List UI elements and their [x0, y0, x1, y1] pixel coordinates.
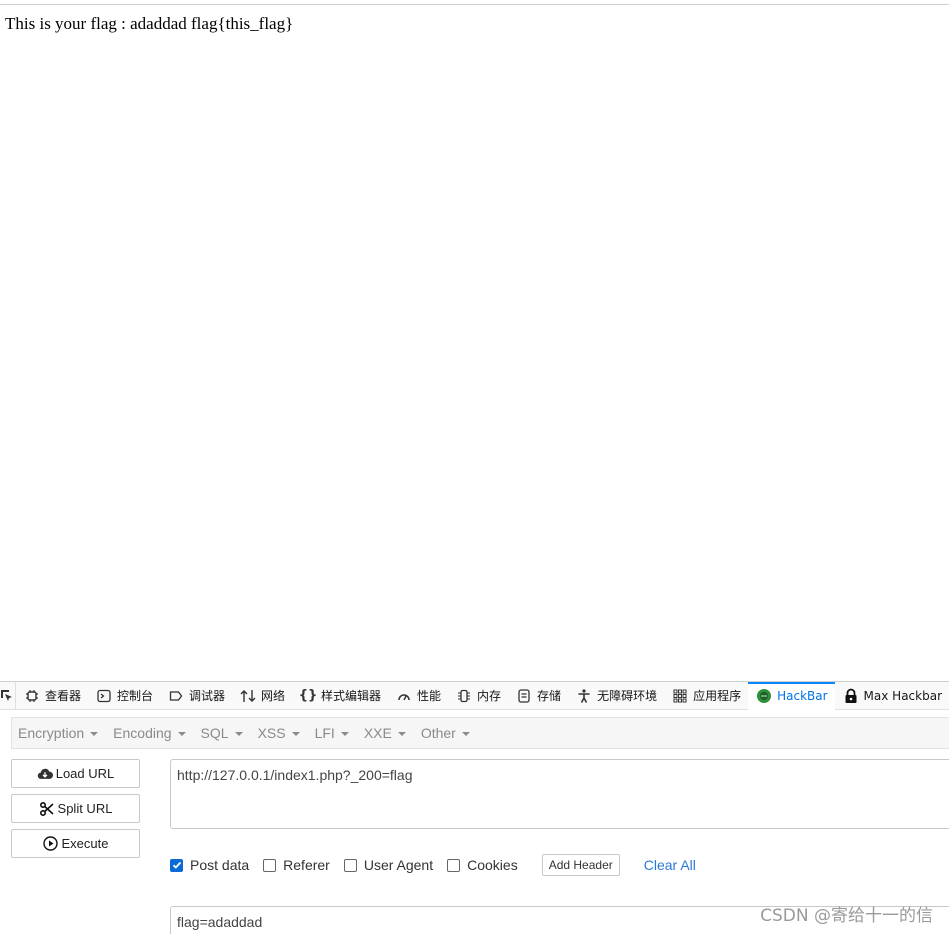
menu-label: XXE — [363, 725, 392, 741]
cookies-checkbox[interactable] — [447, 858, 461, 872]
tab-label: 应用程序 — [693, 689, 742, 703]
load-url-button[interactable]: Load URL — [11, 759, 140, 788]
tab-console[interactable]: 控制台 — [88, 682, 160, 710]
hackbar-menu: Encryption Encoding SQL XSS LFI XXE Othe… — [11, 717, 949, 749]
scissors-icon — [39, 801, 55, 817]
tab-hackbar[interactable]: HackBar — [748, 682, 835, 710]
menu-xxe[interactable]: XXE — [358, 725, 415, 741]
element-picker-icon[interactable] — [0, 682, 16, 710]
caret-down-icon — [461, 731, 470, 736]
split-url-button[interactable]: Split URL — [11, 794, 140, 823]
console-icon — [96, 688, 112, 704]
hackbar-icon — [756, 688, 772, 704]
tab-memory[interactable]: 内存 — [448, 682, 508, 710]
memory-icon — [456, 688, 472, 704]
post-data-checkbox[interactable] — [170, 858, 183, 872]
tab-label: 控制台 — [116, 689, 153, 703]
menu-sql[interactable]: SQL — [195, 725, 252, 741]
performance-icon — [396, 688, 412, 704]
clear-all-link[interactable]: Clear All — [644, 857, 696, 873]
inspector-icon — [24, 688, 40, 704]
tab-label: Max Hackbar — [863, 688, 942, 703]
execute-label: Execute — [61, 836, 109, 851]
accessibility-icon — [576, 688, 592, 704]
request-options: Post data Referer User Agent Cookies Add… — [170, 853, 696, 877]
caret-down-icon — [177, 731, 186, 736]
page-body-text: This is your flag : adaddad flag{this_fl… — [5, 14, 294, 33]
menu-label: Other — [420, 725, 456, 741]
tab-label: 样式编辑器 — [321, 689, 382, 703]
tab-label: HackBar — [777, 688, 828, 703]
tab-storage[interactable]: 存储 — [508, 682, 568, 710]
tab-application[interactable]: 应用程序 — [664, 682, 748, 710]
tab-label: 内存 — [477, 689, 502, 703]
menu-encryption[interactable]: Encryption — [12, 725, 107, 741]
tab-network[interactable]: 网络 — [232, 682, 292, 710]
menu-label: SQL — [200, 725, 229, 741]
tab-max-hackbar[interactable]: Max Hackbar — [835, 682, 949, 710]
user-agent-checkbox[interactable] — [343, 858, 357, 872]
menu-label: LFI — [314, 725, 335, 741]
devtools-toolbar: 查看器 控制台 调试器 网络 {} 样式编辑器 性能 内存 存储 无障碍环境 应… — [0, 682, 949, 710]
debugger-icon — [168, 688, 184, 704]
cloud-download-icon — [37, 766, 53, 782]
menu-label: Encoding — [113, 725, 172, 741]
storage-icon — [516, 688, 532, 704]
caret-down-icon — [397, 731, 406, 736]
menu-label: XSS — [257, 725, 286, 741]
tab-label: 无障碍环境 — [597, 689, 658, 703]
lock-icon — [843, 688, 859, 704]
add-header-button[interactable]: Add Header — [541, 854, 620, 876]
tab-style-editor[interactable]: {} 样式编辑器 — [292, 682, 388, 710]
user-agent-option[interactable]: User Agent — [343, 857, 434, 873]
post-data-option[interactable]: Post data — [170, 857, 249, 873]
post-data-label: Post data — [190, 857, 250, 873]
top-divider — [0, 4, 949, 5]
user-agent-label: User Agent — [363, 857, 434, 873]
menu-other[interactable]: Other — [415, 725, 479, 741]
tab-label: 调试器 — [188, 689, 225, 703]
referer-checkbox[interactable] — [263, 858, 277, 872]
caret-down-icon — [234, 731, 243, 736]
tab-label: 网络 — [260, 689, 285, 703]
application-icon — [672, 688, 688, 704]
devtools-panel: 查看器 控制台 调试器 网络 {} 样式编辑器 性能 内存 存储 无障碍环境 应… — [0, 681, 949, 934]
play-circle-icon — [43, 836, 59, 852]
style-editor-icon: {} — [298, 688, 318, 703]
cookies-option[interactable]: Cookies — [447, 857, 518, 873]
tab-accessibility[interactable]: 无障碍环境 — [568, 682, 664, 710]
url-textarea[interactable]: http://127.0.0.1/index1.php?_200=flag — [170, 759, 949, 829]
tab-debugger[interactable]: 调试器 — [160, 682, 232, 710]
tab-inspector[interactable]: 查看器 — [16, 682, 88, 710]
cookies-label: Cookies — [467, 857, 518, 873]
menu-label: Encryption — [18, 725, 85, 741]
post-data-value: flag=adaddad — [177, 914, 263, 930]
referer-option[interactable]: Referer — [263, 857, 330, 873]
caret-down-icon — [291, 731, 300, 736]
tab-label: 存储 — [537, 689, 562, 703]
referer-label: Referer — [283, 857, 330, 873]
tab-label: 查看器 — [44, 689, 81, 703]
load-url-label: Load URL — [55, 766, 115, 781]
csdn-watermark: CSDN @寄给十一的信 — [760, 906, 933, 926]
menu-encoding[interactable]: Encoding — [107, 725, 194, 741]
menu-xss[interactable]: XSS — [252, 725, 309, 741]
split-url-label: Split URL — [57, 801, 113, 816]
url-value: http://127.0.0.1/index1.php?_200=flag — [177, 767, 413, 783]
network-icon — [240, 688, 256, 704]
tab-label: 性能 — [417, 689, 442, 703]
menu-lfi[interactable]: LFI — [309, 725, 358, 741]
caret-down-icon — [90, 731, 99, 736]
tab-performance[interactable]: 性能 — [388, 682, 448, 710]
execute-button[interactable]: Execute — [11, 829, 140, 858]
caret-down-icon — [340, 731, 349, 736]
